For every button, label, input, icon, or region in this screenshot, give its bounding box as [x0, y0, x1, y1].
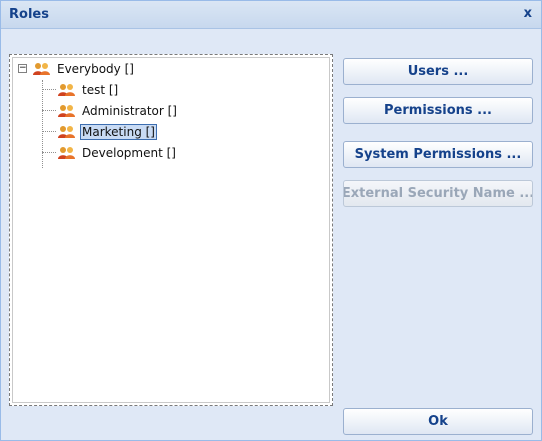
system-permissions-button[interactable]: System Permissions ... [343, 141, 533, 168]
tree-node-label: Everybody [] [57, 62, 134, 76]
roles-dialog: Roles x − Everybody [] test [] Administr… [0, 0, 542, 441]
collapse-toggle[interactable]: − [18, 64, 27, 73]
users-group-icon [58, 105, 75, 117]
tree-node-label: Administrator [] [82, 104, 177, 118]
users-group-icon [58, 126, 75, 138]
tree-connector [42, 152, 56, 153]
close-icon[interactable]: x [524, 6, 532, 21]
users-group-icon [33, 63, 50, 75]
tree-node-administrator[interactable]: Administrator [] [58, 101, 179, 121]
tree-connector [42, 89, 56, 90]
users-button[interactable]: Users ... [343, 58, 533, 85]
roles-tree: − Everybody [] test [] Administrator [] … [12, 57, 330, 403]
tree-connector [42, 110, 56, 111]
ok-button[interactable]: Ok [343, 408, 533, 435]
tree-node-test[interactable]: test [] [58, 80, 120, 100]
dialog-title: Roles [9, 7, 49, 22]
tree-node-label: test [] [82, 83, 119, 97]
tree-connector [42, 131, 56, 132]
permissions-button[interactable]: Permissions ... [343, 97, 533, 124]
title-bar[interactable]: Roles x [1, 1, 541, 29]
tree-node-everybody[interactable]: Everybody [] [33, 59, 136, 79]
tree-connector-vertical [42, 80, 43, 168]
users-group-icon [58, 147, 75, 159]
users-group-icon [58, 84, 75, 96]
tree-node-marketing[interactable]: Marketing [] [58, 122, 157, 142]
external-security-name-button[interactable]: External Security Name ... [343, 180, 533, 207]
roles-tree-panel[interactable]: − Everybody [] test [] Administrator [] … [9, 54, 333, 406]
tree-node-development[interactable]: Development [] [58, 143, 178, 163]
tree-node-label: Development [] [82, 146, 176, 160]
tree-node-label: Marketing [] [80, 124, 157, 140]
